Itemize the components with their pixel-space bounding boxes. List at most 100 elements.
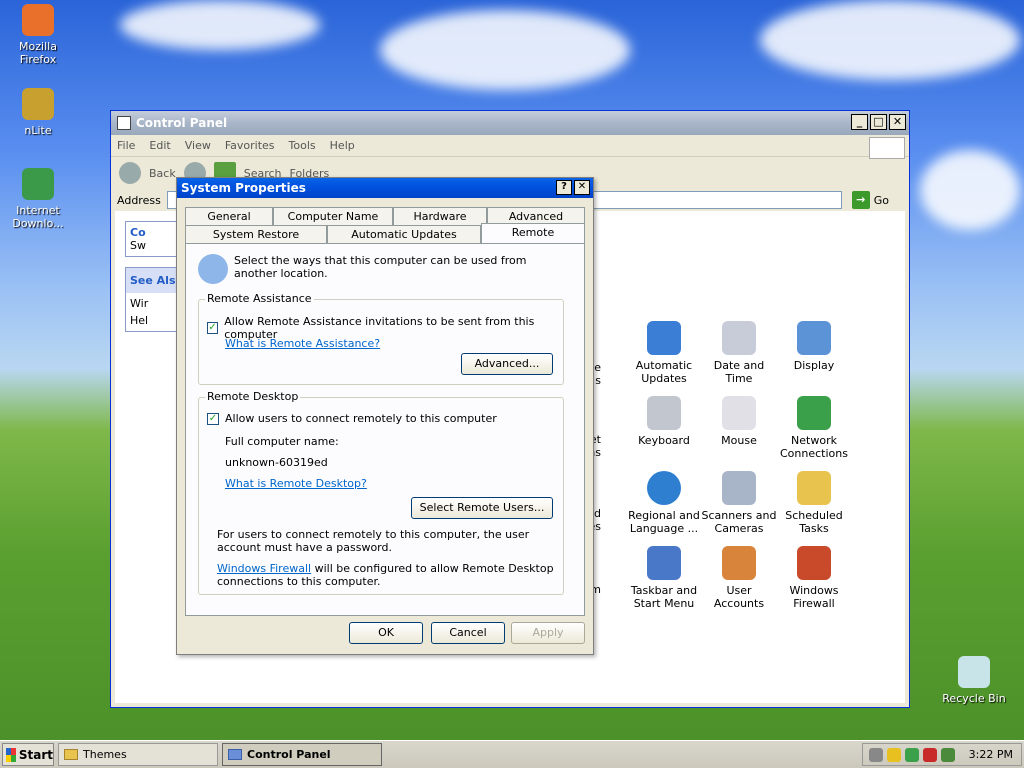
scanner-camera-icon: [722, 471, 756, 505]
scheduled-tasks-icon: [797, 471, 831, 505]
firefox-icon: [22, 4, 54, 36]
full-computer-name-label: Full computer name:: [225, 435, 339, 448]
cp-display[interactable]: Display: [775, 321, 853, 372]
windows-logo-icon: [6, 747, 16, 762]
window-title: Control Panel: [136, 116, 228, 130]
menu-edit[interactable]: Edit: [149, 139, 170, 152]
remote-assistance-checkbox[interactable]: ✓: [207, 322, 219, 334]
cp-windows-firewall[interactable]: Windows Firewall: [775, 546, 853, 610]
cloud: [920, 150, 1020, 230]
desktop-icon-firefox[interactable]: Mozilla Firefox: [0, 4, 76, 66]
remote-desktop-checkbox-label: Allow users to connect remotely to this …: [225, 412, 497, 425]
firewall-icon: [797, 546, 831, 580]
dialog-close-button[interactable]: ✕: [574, 180, 590, 195]
control-panel-icon: [117, 116, 131, 130]
address-label: Address: [117, 193, 161, 207]
tab-computer-name[interactable]: Computer Name: [273, 207, 393, 225]
cloud: [120, 0, 320, 50]
mouse-icon: [722, 396, 756, 430]
menu-favorites[interactable]: Favorites: [225, 139, 275, 152]
cancel-button[interactable]: Cancel: [431, 622, 505, 644]
remote-computer-icon: [198, 254, 228, 284]
menu-file[interactable]: File: [117, 139, 135, 152]
back-arrow-icon[interactable]: [119, 162, 141, 184]
keyboard-icon: [647, 396, 681, 430]
taskbar-item-control-panel[interactable]: Control Panel: [222, 743, 382, 766]
windows-logo-icon: [869, 137, 905, 159]
start-button[interactable]: Start: [2, 743, 54, 766]
clock[interactable]: 3:22 PM: [969, 748, 1021, 761]
see-also-box: See Als Wir Hel: [125, 267, 181, 332]
go-button[interactable]: → Go: [851, 191, 909, 209]
cp-keyboard[interactable]: Keyboard: [625, 396, 703, 447]
apply-button[interactable]: Apply: [511, 622, 585, 644]
select-remote-users-button[interactable]: Select Remote Users...: [411, 497, 553, 519]
folder-icon: [64, 749, 78, 760]
left-pane: Co Sw See Als Wir Hel: [125, 221, 181, 342]
remote-tab-panel: Select the ways that this computer can b…: [185, 243, 585, 616]
cloud: [760, 0, 1020, 80]
control-panel-title-bar[interactable]: Control Panel _ □ ✕: [111, 111, 909, 135]
tab-hardware[interactable]: Hardware: [393, 207, 487, 225]
cp-network-connections[interactable]: Network Connections: [775, 396, 853, 460]
dialog-title: System Properties: [181, 181, 306, 195]
ok-button[interactable]: OK: [349, 622, 423, 644]
system-properties-dialog[interactable]: System Properties ? ✕ General Computer N…: [176, 177, 594, 655]
see-also-title: See Als: [126, 268, 180, 293]
recycle-bin-icon: [958, 656, 990, 688]
cp-mouse[interactable]: Mouse: [700, 396, 778, 447]
remote-desktop-link[interactable]: What is Remote Desktop?: [225, 477, 367, 490]
security-shield-icon[interactable]: [887, 747, 901, 762]
tab-system-restore[interactable]: System Restore: [185, 225, 327, 243]
intro-text: Select the ways that this computer can b…: [234, 254, 527, 280]
menu-bar: File Edit View Favorites Tools Help: [111, 135, 909, 157]
maximize-button[interactable]: □: [870, 114, 887, 130]
back-button[interactable]: Back: [149, 167, 176, 180]
remote-desktop-checkbox-row[interactable]: ✓ Allow users to connect remotely to thi…: [207, 412, 497, 425]
automatic-updates-icon: [647, 321, 681, 355]
keyboard-icon[interactable]: [869, 747, 883, 762]
display-icon: [797, 321, 831, 355]
task-box: Co Sw: [125, 221, 181, 257]
remote-desktop-title: Remote Desktop: [205, 390, 301, 403]
update-icon[interactable]: [941, 747, 955, 762]
cp-user-accounts[interactable]: User Accounts: [700, 546, 778, 610]
desktop-icon-internet-download-manager[interactable]: Internet Downlo...: [0, 168, 76, 230]
remote-assistance-title: Remote Assistance: [205, 292, 314, 305]
taskbar-item-themes[interactable]: Themes: [58, 743, 218, 766]
minimize-button[interactable]: _: [851, 114, 868, 130]
go-arrow-icon: →: [851, 191, 870, 209]
menu-help[interactable]: Help: [330, 139, 355, 152]
task-switch-view[interactable]: Sw: [130, 239, 176, 252]
cp-regional-language[interactable]: Regional and Language ...: [625, 471, 703, 535]
desktop-icon-nlite[interactable]: nLite: [0, 88, 76, 137]
help-button[interactable]: ?: [556, 180, 572, 195]
firewall-note: Windows Firewall will be configured to a…: [217, 562, 557, 588]
tab-automatic-updates[interactable]: Automatic Updates: [327, 225, 481, 243]
cp-scanners-cameras[interactable]: Scanners and Cameras: [700, 471, 778, 535]
cp-taskbar-start-menu[interactable]: Taskbar and Start Menu: [625, 546, 703, 610]
advanced-button[interactable]: Advanced...: [461, 353, 553, 375]
nlite-icon: [22, 88, 54, 120]
cp-automatic-updates[interactable]: Automatic Updates: [625, 321, 703, 385]
control-panel-icon: [228, 749, 242, 760]
see-also-help[interactable]: Hel: [126, 314, 180, 331]
desktop-icon-recycle-bin[interactable]: Recycle Bin: [936, 656, 1012, 705]
tab-general[interactable]: General: [185, 207, 273, 225]
task-title: Co: [130, 226, 146, 239]
menu-view[interactable]: View: [185, 139, 211, 152]
menu-tools[interactable]: Tools: [289, 139, 316, 152]
tab-remote[interactable]: Remote: [481, 223, 585, 243]
cp-scheduled-tasks[interactable]: Scheduled Tasks: [775, 471, 853, 535]
see-also-windows-update[interactable]: Wir: [126, 293, 180, 314]
remote-desktop-checkbox[interactable]: ✓: [207, 412, 219, 425]
close-button[interactable]: ✕: [889, 114, 906, 130]
dialog-title-bar[interactable]: System Properties ? ✕: [177, 178, 593, 198]
cloud: [380, 10, 630, 90]
firewall-alert-icon[interactable]: [923, 747, 937, 762]
cp-date-and-time[interactable]: Date and Time: [700, 321, 778, 385]
user-accounts-icon: [722, 546, 756, 580]
remote-assistance-link[interactable]: What is Remote Assistance?: [225, 337, 380, 350]
network-icon[interactable]: [905, 747, 919, 762]
windows-firewall-link[interactable]: Windows Firewall: [217, 562, 311, 575]
